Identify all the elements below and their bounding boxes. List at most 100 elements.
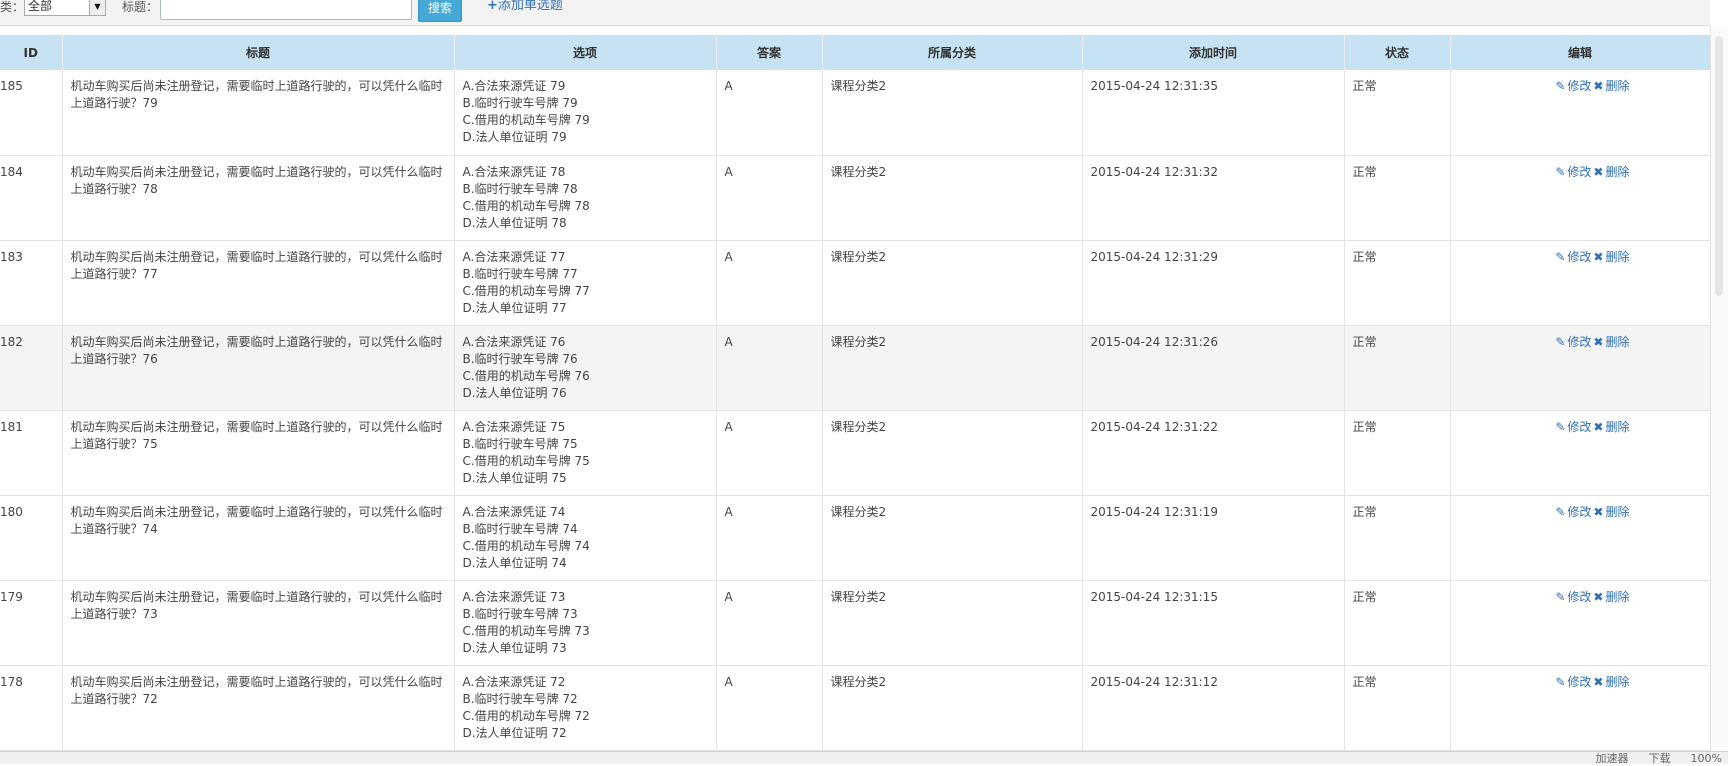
row-added-time: 2015-04-24 12:31:35 (1082, 70, 1345, 156)
pencil-icon[interactable]: ✎ (1555, 420, 1565, 434)
edit-link[interactable]: 修改 (1567, 79, 1591, 93)
edit-link[interactable]: 修改 (1567, 675, 1591, 689)
statusbar-item[interactable]: 加速器 (1596, 752, 1629, 765)
option-text: A.合法来源凭证 77 (462, 249, 566, 264)
option-text: D.法人单位证明 72 (462, 725, 567, 740)
delete-link[interactable]: 删除 (1605, 420, 1629, 434)
option-text: C.借用的机动车号牌 77 (462, 283, 590, 298)
delete-link[interactable]: 删除 (1605, 505, 1629, 519)
vertical-scrollbar[interactable] (1710, 26, 1728, 751)
edit-link[interactable]: 修改 (1567, 420, 1591, 434)
pencil-icon[interactable]: ✎ (1555, 505, 1565, 519)
column-header: 标题 (62, 35, 455, 70)
option-text: D.法人单位证明 75 (462, 470, 567, 485)
close-icon[interactable]: ✖ (1593, 165, 1603, 179)
row-added-time: 2015-04-24 12:31:12 (1082, 665, 1345, 751)
edit-link[interactable]: 修改 (1567, 165, 1591, 179)
option-text: C.借用的机动车号牌 72 (462, 708, 590, 723)
row-actions: ✎ 修改 ✖ 删除 (1450, 70, 1710, 156)
table-row: 185 机动车购买后尚未注册登记，需要临时上道路行驶的，可以凭什么临时上道路行驶？… (0, 70, 1710, 156)
column-header: 编辑 (1450, 35, 1710, 70)
close-icon[interactable]: ✖ (1593, 675, 1603, 689)
option-text: C.借用的机动车号牌 75 (462, 453, 590, 468)
row-options: A.合法来源凭证 78 B.临时行驶车号牌 78 C.借用的机动车号牌 78 D.法人… (454, 155, 717, 241)
scrollbar-thumb[interactable] (1715, 36, 1723, 296)
row-title: 机动车购买后尚未注册登记，需要临时上道路行驶的，可以凭什么临时上道路行驶？79 (62, 70, 455, 156)
row-actions: ✎ 修改 ✖ 删除 (1450, 325, 1710, 411)
option-text: A.合法来源凭证 76 (462, 334, 566, 349)
close-icon[interactable]: ✖ (1593, 335, 1603, 349)
pencil-icon[interactable]: ✎ (1555, 250, 1565, 264)
option-text: B.临时行驶车号牌 73 (462, 606, 578, 621)
close-icon[interactable]: ✖ (1593, 505, 1603, 519)
option-text: A.合法来源凭证 75 (462, 419, 566, 434)
edit-link[interactable]: 修改 (1567, 505, 1591, 519)
statusbar-item[interactable]: 100% (1691, 752, 1722, 765)
statusbar-item[interactable]: 下载 (1649, 752, 1671, 765)
pencil-icon[interactable]: ✎ (1555, 335, 1565, 349)
delete-link[interactable]: 删除 (1605, 165, 1629, 179)
search-button[interactable]: 搜索 (418, 0, 462, 22)
row-answer: A (716, 665, 823, 751)
row-options: A.合法来源凭证 73 B.临时行驶车号牌 73 C.借用的机动车号牌 73 D.法人… (454, 580, 717, 666)
option-text: C.借用的机动车号牌 73 (462, 623, 590, 638)
row-actions: ✎ 修改 ✖ 删除 (1450, 410, 1710, 496)
title-search-input[interactable] (160, 0, 412, 20)
delete-link[interactable]: 删除 (1605, 675, 1629, 689)
close-icon[interactable]: ✖ (1593, 590, 1603, 604)
row-answer: A (716, 580, 823, 666)
pencil-icon[interactable]: ✎ (1555, 675, 1565, 689)
edit-link[interactable]: 修改 (1567, 590, 1591, 604)
table-row: 184 机动车购买后尚未注册登记，需要临时上道路行驶的，可以凭什么临时上道路行驶？… (0, 155, 1710, 241)
pencil-icon[interactable]: ✎ (1555, 165, 1565, 179)
add-single-choice-link[interactable]: +添加单选题 (487, 0, 563, 14)
row-title: 机动车购买后尚未注册登记，需要临时上道路行驶的，可以凭什么临时上道路行驶？78 (62, 155, 455, 241)
plus-icon: + (487, 0, 498, 13)
delete-link[interactable]: 删除 (1605, 79, 1629, 93)
category-select[interactable]: 全部 ▼ (24, 0, 106, 16)
delete-link[interactable]: 删除 (1605, 250, 1629, 264)
row-status: 正常 (1344, 495, 1451, 581)
column-header: ID (0, 35, 63, 70)
option-text: C.借用的机动车号牌 79 (462, 113, 590, 127)
row-id: 182 (0, 325, 63, 411)
option-text: A.合法来源凭证 72 (462, 674, 566, 689)
option-text: B.临时行驶车号牌 74 (462, 521, 578, 536)
row-actions: ✎ 修改 ✖ 删除 (1450, 665, 1710, 751)
row-title: 机动车购买后尚未注册登记，需要临时上道路行驶的，可以凭什么临时上道路行驶？77 (62, 240, 455, 326)
row-actions: ✎ 修改 ✖ 删除 (1450, 495, 1710, 581)
row-options: A.合法来源凭证 72 B.临时行驶车号牌 72 C.借用的机动车号牌 72 D.法人… (454, 665, 717, 751)
row-id: 184 (0, 155, 63, 241)
close-icon[interactable]: ✖ (1593, 250, 1603, 264)
close-icon[interactable]: ✖ (1593, 420, 1603, 434)
close-icon[interactable]: ✖ (1593, 79, 1603, 93)
row-id: 185 (0, 70, 63, 156)
option-text: D.法人单位证明 76 (462, 385, 567, 400)
chevron-down-icon[interactable]: ▼ (89, 0, 105, 15)
option-text: D.法人单位证明 74 (462, 555, 567, 570)
edit-link[interactable]: 修改 (1567, 250, 1591, 264)
row-status: 正常 (1344, 70, 1451, 156)
column-header: 状态 (1344, 35, 1451, 70)
pencil-icon[interactable]: ✎ (1555, 79, 1565, 93)
category-label: 类： (0, 0, 25, 14)
row-id: 181 (0, 410, 63, 496)
edit-link[interactable]: 修改 (1567, 335, 1591, 349)
filter-toolbar: 类： 全部 ▼ 标题： 搜索 +添加单选题 (0, 0, 1710, 26)
row-answer: A (716, 325, 823, 411)
row-title: 机动车购买后尚未注册登记，需要临时上道路行驶的，可以凭什么临时上道路行驶？76 (62, 325, 455, 411)
delete-link[interactable]: 删除 (1605, 590, 1629, 604)
row-category: 课程分类2 (822, 70, 1083, 156)
row-status: 正常 (1344, 665, 1451, 751)
option-text: C.借用的机动车号牌 74 (462, 538, 590, 553)
row-title: 机动车购买后尚未注册登记，需要临时上道路行驶的，可以凭什么临时上道路行驶？73 (62, 580, 455, 666)
delete-link[interactable]: 删除 (1605, 335, 1629, 349)
row-title: 机动车购买后尚未注册登记，需要临时上道路行驶的，可以凭什么临时上道路行驶？74 (62, 495, 455, 581)
row-title: 机动车购买后尚未注册登记，需要临时上道路行驶的，可以凭什么临时上道路行驶？72 (62, 665, 455, 751)
row-category: 课程分类2 (822, 665, 1083, 751)
option-text: B.临时行驶车号牌 77 (462, 266, 578, 281)
row-category: 课程分类2 (822, 495, 1083, 581)
pencil-icon[interactable]: ✎ (1555, 590, 1565, 604)
category-select-value: 全部 (28, 0, 53, 13)
question-table: ID 标题 选项 答案 所属分类 添加时间 状态 编辑 185 机动车购买后尚未注册登记，需要临… (0, 35, 1710, 751)
